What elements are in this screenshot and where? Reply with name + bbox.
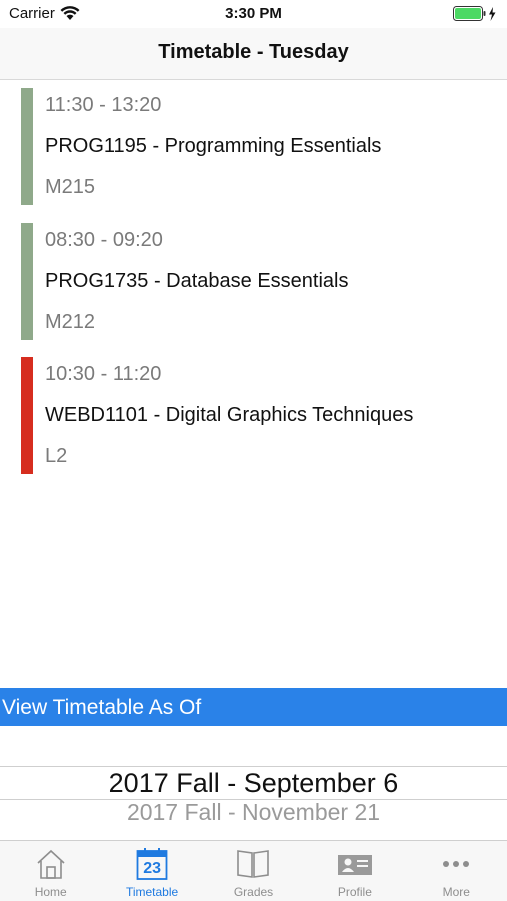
class-name: PROG1735 - Database Essentials — [45, 269, 349, 292]
profile-card-icon — [337, 855, 372, 875]
more-icon — [443, 861, 470, 867]
tab-label: Home — [34, 885, 67, 899]
tab-timetable[interactable]: 23 Timetable — [101, 841, 202, 901]
book-icon — [237, 850, 270, 878]
battery-icon — [453, 6, 496, 21]
calendar-day-number: 23 — [143, 860, 161, 877]
picker-selected-option[interactable]: 2017 Fall - September 6 — [0, 768, 507, 799]
class-item[interactable]: 10:30 - 11:20 WEBD1101 - Digital Graphic… — [0, 349, 507, 484]
navigation-bar: Timetable - Tuesday — [0, 28, 507, 80]
class-color-bar — [21, 88, 33, 205]
status-time: 3:30 PM — [225, 5, 282, 22]
class-room: M212 — [45, 310, 96, 333]
class-time: 08:30 - 09:20 — [45, 228, 163, 251]
class-color-bar — [21, 357, 33, 474]
class-name: PROG1195 - Programming Essentials — [45, 135, 382, 157]
tab-label: More — [442, 885, 470, 899]
tab-more[interactable]: More — [406, 841, 507, 901]
tab-profile[interactable]: Profile — [304, 841, 405, 901]
home-icon — [37, 849, 65, 879]
picker-divider — [0, 766, 507, 767]
class-room: M215 — [45, 176, 96, 198]
picker-option[interactable]: 2017 Fall - November 21 — [0, 799, 507, 826]
term-picker[interactable]: 2017 Fall - September 6 2017 Fall - Nove… — [0, 726, 507, 840]
tab-label: Timetable — [125, 885, 179, 899]
class-time: 10:30 - 11:20 — [45, 363, 162, 385]
tab-grades[interactable]: Grades — [203, 841, 304, 901]
view-timetable-header: View Timetable As Of — [0, 688, 507, 726]
class-item[interactable]: 08:30 - 09:20 PROG1735 - Database Essent… — [0, 215, 507, 350]
class-time: 11:30 - 13:20 — [45, 94, 162, 116]
class-color-bar — [21, 222, 33, 340]
view-timetable-label: View Timetable As Of — [2, 696, 202, 719]
class-list: 11:30 - 13:20 PROG1195 - Programming Ess… — [0, 80, 507, 484]
tab-bar: Home 23 Timetable Grades Profile More — [0, 840, 507, 901]
tab-home[interactable]: Home — [0, 841, 101, 901]
class-name: WEBD1101 - Digital Graphics Techniques — [45, 404, 414, 426]
class-room: L2 — [45, 445, 68, 467]
class-item[interactable]: 11:30 - 13:20 PROG1195 - Programming Ess… — [0, 80, 507, 215]
status-bar: Carrier 3:30 PM — [0, 0, 507, 28]
page-title: Timetable - Tuesday — [158, 41, 349, 63]
tab-label: Profile — [337, 885, 372, 899]
tab-label: Grades — [233, 885, 274, 899]
